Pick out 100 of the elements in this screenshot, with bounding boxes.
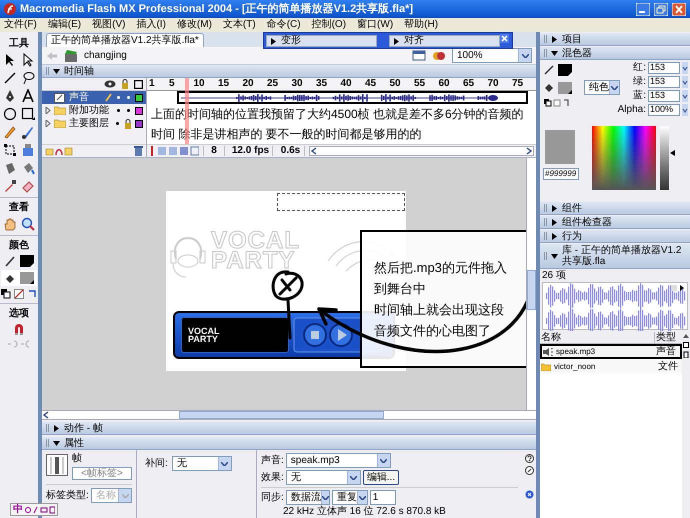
triangle-icon[interactable] [270, 38, 277, 44]
triangle-icon[interactable] [551, 50, 558, 56]
effect-dropdown[interactable]: 无 [286, 470, 361, 485]
color-mode-icons[interactable] [544, 99, 570, 107]
edit-button[interactable]: 编辑... [362, 470, 400, 485]
panel-header[interactable]: 组件 [540, 202, 690, 215]
grip-icon[interactable] [46, 439, 49, 447]
ink-bottle-tool-icon[interactable] [3, 161, 17, 175]
pencil-tool-icon[interactable] [3, 125, 17, 139]
minimize-icon[interactable] [636, 2, 650, 16]
scene-name[interactable]: changjing [84, 50, 406, 60]
frame-label-field[interactable]: <帧标签> [72, 467, 132, 480]
transform-tool-icon[interactable] [3, 143, 17, 157]
menu-item[interactable]: 编辑(E) [48, 20, 82, 30]
document-tab[interactable]: 正午的简单播放器V1.2共享版.fla* [46, 33, 204, 47]
scroll-right-icon[interactable] [524, 147, 533, 155]
panel-header[interactable]: 库 - 正午的简单播放器V1.2共享版.fla [540, 244, 690, 269]
menu-item[interactable]: 命令(C) [266, 20, 301, 30]
oval-tool-icon[interactable] [3, 107, 17, 121]
menu-item[interactable]: 窗口(W) [357, 20, 394, 30]
ime-tools-icon[interactable] [25, 506, 55, 514]
triangle-icon[interactable] [551, 252, 558, 260]
triangle-icon[interactable] [53, 424, 60, 432]
triangle-icon[interactable] [393, 38, 400, 44]
channel-value-field[interactable]: 100% [648, 104, 680, 116]
stage-vertical-scrollbar[interactable] [526, 158, 536, 410]
stroke-color-icon[interactable] [4, 255, 16, 267]
layer-row[interactable]: 声音 [42, 91, 146, 104]
grip-icon[interactable] [544, 35, 547, 43]
paint-bucket-tool-icon[interactable] [21, 161, 35, 175]
add-layer-icons[interactable] [45, 146, 73, 156]
menu-item[interactable]: 文件(F) [4, 20, 37, 30]
scroll-thumb[interactable] [527, 270, 536, 310]
layer-row[interactable]: 主要图层 [42, 117, 146, 130]
dot-icon[interactable] [116, 122, 119, 125]
ime-toolbar[interactable]: 中 [10, 503, 58, 516]
sync-dropdown[interactable]: 数据流 [286, 490, 330, 505]
channel-value-field[interactable]: 153 [648, 90, 680, 102]
scroll-left-icon[interactable] [42, 411, 51, 419]
menu-item[interactable]: 视图(V) [92, 20, 126, 30]
subselect-tool-icon[interactable] [21, 53, 35, 67]
line-tool-icon[interactable] [3, 71, 17, 85]
eyedropper-tool-icon[interactable] [3, 179, 17, 193]
fill-color-icon[interactable] [4, 272, 16, 284]
edit-icon[interactable] [524, 466, 534, 475]
grip-icon[interactable] [46, 424, 49, 432]
stage-horizontal-scrollbar[interactable] [42, 410, 536, 420]
grip-icon[interactable] [544, 218, 547, 226]
rectangle-tool-icon[interactable] [21, 107, 35, 121]
grip-icon[interactable] [544, 232, 547, 240]
restore-icon[interactable] [654, 2, 668, 16]
edit-symbols-icon[interactable] [412, 50, 426, 62]
library-item[interactable]: speak.mp3 声音 [540, 344, 682, 359]
panel-header[interactable]: 混色器 [540, 47, 690, 60]
dot-icon[interactable] [117, 109, 120, 112]
pen-tool-icon[interactable] [3, 89, 17, 103]
menu-item[interactable]: 文本(T) [222, 20, 256, 30]
panel-header[interactable]: 项目 [540, 33, 690, 46]
menu-item[interactable]: 帮助(H) [404, 20, 438, 30]
panel-header[interactable]: 组件检查器 [540, 216, 690, 229]
panel-header[interactable]: 对齐 [389, 35, 500, 47]
repeat-count-field[interactable]: 1 [370, 490, 396, 505]
stroke-color-swatch-icon[interactable] [558, 64, 572, 76]
color-spectrum[interactable] [592, 126, 656, 190]
menu-item[interactable]: 修改(M) [176, 20, 212, 30]
eye-icon[interactable] [104, 80, 116, 88]
layer-color-swatch[interactable] [135, 94, 143, 102]
help-icon[interactable] [524, 454, 534, 463]
text-tool-icon[interactable] [21, 89, 35, 103]
panel-header[interactable]: 属性 [42, 437, 536, 450]
triangle-icon[interactable] [53, 440, 60, 446]
dot-icon[interactable] [117, 96, 120, 99]
layer-color-swatch[interactable] [135, 120, 143, 128]
hex-color-field[interactable]: #999999 [543, 168, 579, 180]
library-item[interactable]: victor_noon 文件 [540, 359, 682, 374]
lock-icon[interactable] [124, 118, 132, 128]
close-icon[interactable] [672, 2, 686, 16]
timeline-scrollbar[interactable] [309, 146, 534, 156]
zoom-dropdown[interactable]: 100% [452, 48, 532, 63]
onion-skin-icons[interactable] [149, 146, 199, 156]
grip-icon[interactable] [544, 252, 547, 260]
menu-item[interactable]: 控制(O) [312, 20, 346, 30]
panel-header[interactable]: 动作 - 帧 [42, 422, 536, 435]
lasso-tool-icon[interactable] [21, 71, 35, 85]
panel-header[interactable]: 时间轴 [42, 65, 536, 78]
play-stop-icon[interactable] [671, 285, 685, 291]
swap-colors-icon[interactable] [27, 289, 37, 299]
fill-color-swatch-icon[interactable] [20, 272, 34, 284]
triangle-icon[interactable] [551, 36, 558, 42]
dot-icon[interactable] [127, 109, 130, 112]
brush-tool-icon[interactable] [21, 125, 35, 139]
close-icon[interactable] [500, 34, 509, 43]
no-color-icon[interactable] [14, 289, 24, 299]
magnet-icon[interactable] [13, 323, 25, 335]
sound-dropdown[interactable]: speak.mp3 [286, 453, 391, 468]
triangle-icon[interactable] [551, 232, 558, 240]
panel-header[interactable]: 行为 [540, 230, 690, 243]
default-colors-icon[interactable] [1, 289, 11, 299]
trash-icon[interactable] [134, 146, 143, 156]
triangle-icon[interactable] [551, 218, 558, 226]
